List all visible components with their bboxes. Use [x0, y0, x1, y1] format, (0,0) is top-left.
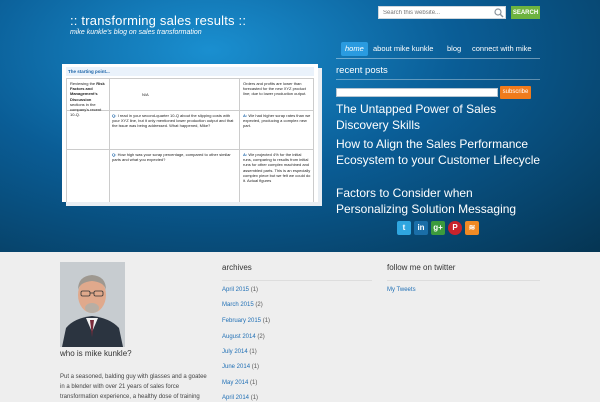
nav-divider [336, 58, 540, 59]
subscribe-button[interactable]: subscribe [500, 86, 531, 99]
table-line [109, 78, 110, 202]
table-cell: Orders and profits are lower than foreca… [243, 81, 307, 97]
table-cell: A: We had higher scrap rates than we exp… [243, 113, 311, 129]
linkedin-icon[interactable]: in [414, 221, 428, 235]
search-button[interactable]: SEARCH [511, 6, 540, 19]
pinterest-icon[interactable]: P [448, 221, 462, 235]
archive-item[interactable]: May 2014 (1) [222, 380, 257, 386]
avatar [60, 262, 125, 347]
table-cell: N/A [142, 92, 149, 97]
table-cell: Q: I read in your second-quarter 10-Q ab… [112, 113, 234, 129]
featured-slide-image[interactable]: The starting point... Reviewing the Risk… [62, 64, 318, 202]
google-plus-icon[interactable]: g+ [431, 221, 445, 235]
table-line [66, 78, 314, 79]
table-cell: A: We projected 4% for the initial runs,… [243, 152, 311, 184]
archives-heading: archives [222, 263, 252, 272]
twitter-heading: follow me on twitter [387, 263, 456, 272]
table-line [66, 149, 314, 150]
table-line [239, 78, 240, 202]
archive-item[interactable]: July 2014 (1) [222, 349, 257, 355]
about-bio: Put a seasoned, balding guy with glasses… [60, 374, 207, 400]
archive-item[interactable]: June 2014 (1) [222, 364, 259, 370]
table-line [313, 78, 314, 202]
nav-home[interactable]: home [341, 42, 368, 56]
nav-connect[interactable]: connect with mike [468, 42, 536, 56]
divider [222, 280, 372, 281]
table-line [66, 78, 67, 202]
table-cell: Q: How high was your scrap percentage, c… [112, 152, 231, 163]
about-heading: who is mike kunkle? [60, 349, 132, 358]
my-tweets-link[interactable]: My Tweets [387, 287, 416, 293]
twitter-icon[interactable]: t [397, 221, 411, 235]
recent-posts-heading: recent posts [336, 65, 388, 76]
table-cell: Reviewing the Risk Factors and Managemen… [70, 81, 105, 118]
site-title[interactable]: :: transforming sales results :: [70, 13, 246, 28]
archive-item[interactable]: April 2014 (1) [222, 395, 258, 401]
recent-post-link[interactable]: Factors to Consider when Personalizing S… [336, 185, 546, 217]
portrait-image [60, 262, 125, 347]
site-tagline: mike kunkle's blog on sales transformati… [70, 29, 202, 36]
nav-blog[interactable]: blog [443, 42, 465, 56]
recent-post-link[interactable]: The Untapped Power of Sales Discovery Sk… [336, 101, 546, 133]
recent-post-link[interactable]: How to Align the Sales Performance Ecosy… [336, 136, 546, 168]
rss-icon[interactable]: ≋ [465, 221, 479, 235]
search-input[interactable] [378, 6, 506, 19]
archive-item[interactable]: March 2015 (2) [222, 302, 263, 308]
archive-item[interactable]: August 2014 (2) [222, 334, 265, 340]
slide-title: The starting point... [68, 69, 110, 74]
divider [336, 79, 540, 80]
search-icon [494, 8, 504, 18]
divider [387, 280, 540, 281]
archive-item[interactable]: February 2015 (1) [222, 318, 270, 324]
subscribe-email-input[interactable] [336, 88, 498, 97]
archive-item[interactable]: April 2015 (1) [222, 287, 258, 293]
nav-about[interactable]: about mike kunkle [369, 42, 437, 56]
